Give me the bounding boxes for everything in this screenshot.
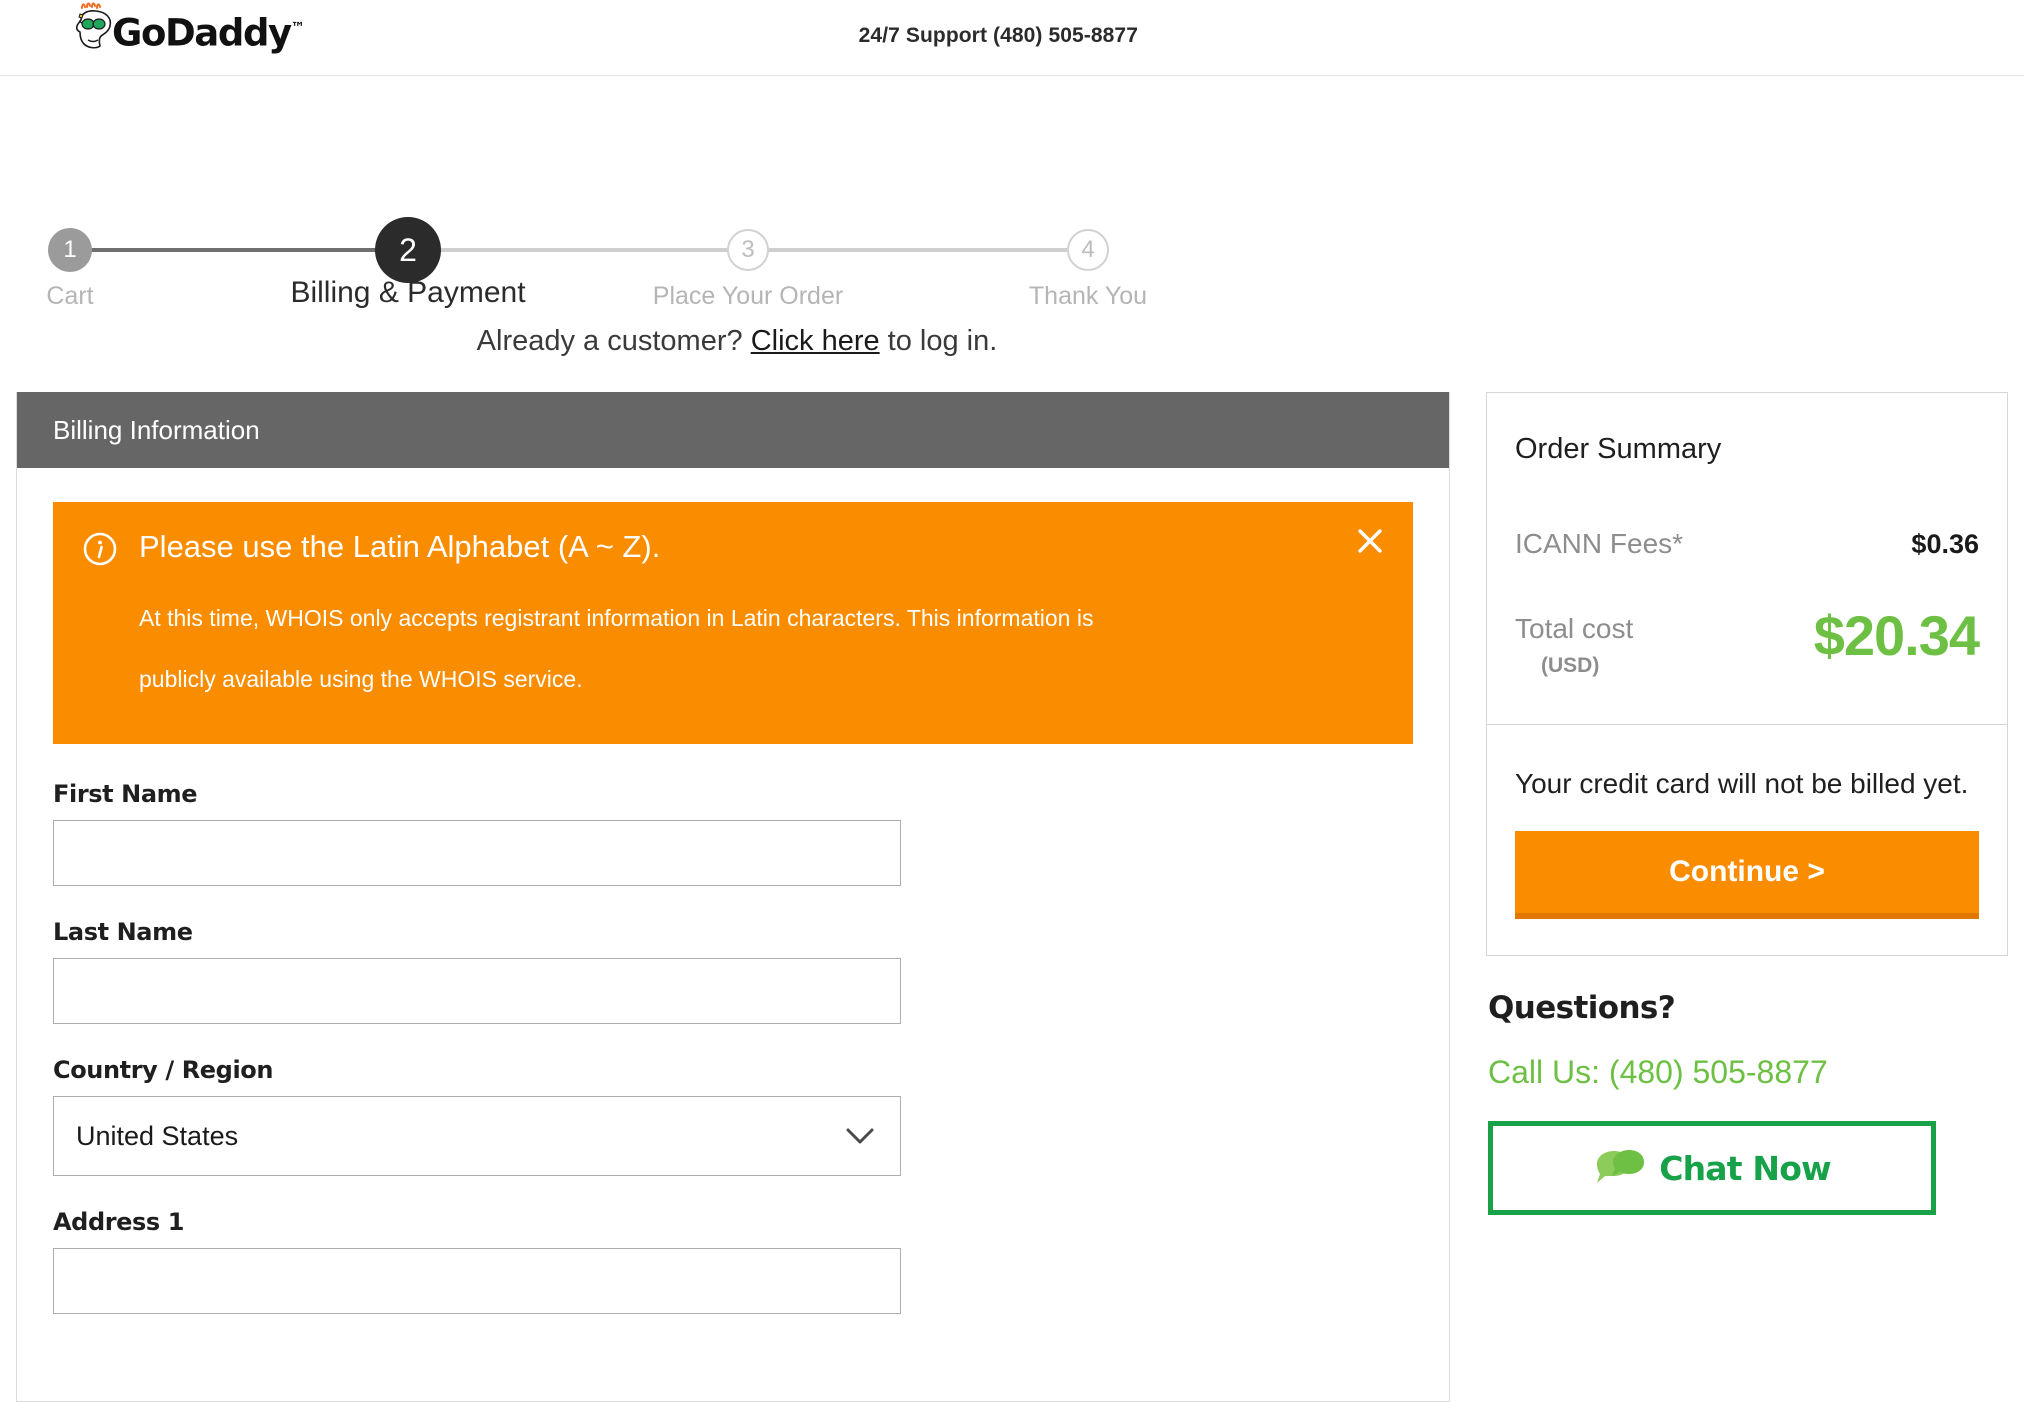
- order-summary-bottom: Your credit card will not be billed yet.…: [1487, 725, 2007, 955]
- step-bubble-2[interactable]: 2: [375, 217, 441, 283]
- country-select-wrap[interactable]: United States: [53, 1096, 901, 1176]
- step-label-billing[interactable]: Billing & Payment: [290, 276, 525, 310]
- login-prompt-after: to log in.: [879, 325, 998, 357]
- order-summary-top: Order Summary ICANN Fees* $0.36 Total co…: [1487, 393, 2007, 724]
- close-icon[interactable]: [1353, 524, 1387, 558]
- order-summary-title: Order Summary: [1515, 433, 1722, 465]
- address1-label: Address 1: [53, 1208, 185, 1236]
- billed-note: Your credit card will not be billed yet.: [1515, 768, 1969, 799]
- first-name-field-block: First Name: [53, 780, 1413, 886]
- alert-title: Please use the Latin Alphabet (A ~ Z).: [139, 529, 661, 564]
- step-label-thank-you[interactable]: Thank You: [1029, 282, 1147, 311]
- checkout-stepper: 1 Cart 2 Billing & Payment 3 Place Your …: [0, 76, 2024, 310]
- last-name-input[interactable]: [53, 958, 901, 1024]
- logo-text-label: GoDaddy: [112, 11, 292, 55]
- step-bubble-3[interactable]: 3: [727, 229, 769, 271]
- country-field-block: Country / Region United States: [53, 1056, 1413, 1176]
- address1-field-block: Address 1: [53, 1208, 1413, 1314]
- chat-bubbles-icon: [1597, 1150, 1645, 1183]
- last-name-field-block: Last Name: [53, 918, 1413, 1024]
- country-select[interactable]: United States: [53, 1096, 901, 1176]
- address1-input[interactable]: [53, 1248, 901, 1314]
- questions-block: Questions? Call Us: (480) 505-8877 Chat …: [1486, 990, 2008, 1215]
- call-us-phone[interactable]: Call Us: (480) 505-8877: [1488, 1054, 2006, 1091]
- questions-title: Questions?: [1488, 990, 1676, 1026]
- step-label-cart[interactable]: Cart: [46, 282, 93, 311]
- stepper-segment-3: [748, 248, 1088, 252]
- last-name-label: Last Name: [53, 918, 193, 946]
- step-label-place-order[interactable]: Place Your Order: [653, 282, 843, 311]
- order-summary-card: Order Summary ICANN Fees* $0.36 Total co…: [1486, 392, 2008, 956]
- billing-card-header: Billing Information: [17, 392, 1449, 468]
- godaddy-logo[interactable]: GoDaddy™: [68, 2, 305, 59]
- billing-card-title: Billing Information: [53, 414, 260, 445]
- step-bubble-1[interactable]: 1: [48, 228, 92, 272]
- total-cost-label: Total cost: [1515, 613, 1634, 644]
- order-rail: Order Summary ICANN Fees* $0.36 Total co…: [1486, 392, 2008, 1215]
- info-circle-icon: [83, 532, 117, 566]
- stepper-track: [70, 248, 1088, 252]
- login-link[interactable]: Click here: [751, 325, 880, 357]
- step-bubble-4[interactable]: 4: [1067, 229, 1109, 271]
- godaddy-daddy-head-icon: [75, 2, 112, 49]
- login-prompt-before: Already a customer?: [476, 325, 751, 357]
- stepper-segment-1: [70, 248, 408, 252]
- total-cost-currency: (USD): [1541, 654, 1600, 677]
- icann-fee-value: $0.36: [1911, 529, 1979, 559]
- first-name-label: First Name: [53, 780, 198, 808]
- latin-alphabet-alert: Please use the Latin Alphabet (A ~ Z). A…: [53, 502, 1413, 744]
- billing-information-card: Billing Information Please use the Latin…: [16, 392, 1450, 1402]
- chat-now-label: Chat Now: [1659, 1148, 1831, 1188]
- total-cost-row: Total cost (USD) $20.34: [1515, 604, 1980, 678]
- country-label: Country / Region: [53, 1056, 274, 1084]
- total-cost-value: $20.34: [1813, 604, 1980, 667]
- support-phone[interactable]: 24/7 Support (480) 505-8877: [859, 24, 1138, 48]
- logo-trademark: ™: [290, 20, 305, 36]
- godaddy-wordmark: GoDaddy™: [112, 2, 305, 59]
- total-cost-label-wrap: Total cost (USD): [1515, 608, 1633, 678]
- first-name-input[interactable]: [53, 820, 901, 886]
- continue-button[interactable]: Continue >: [1515, 831, 1979, 919]
- login-prompt: Already a customer? Click here to log in…: [0, 325, 1474, 358]
- stepper-segment-2: [408, 248, 748, 252]
- icann-fee-row: ICANN Fees* $0.36: [1515, 528, 1979, 560]
- alert-body: At this time, WHOIS only accepts registr…: [139, 605, 1094, 692]
- icann-fee-label: ICANN Fees*: [1515, 528, 1684, 559]
- site-header: GoDaddy™ 24/7 Support (480) 505-8877: [0, 0, 2024, 76]
- chat-now-button[interactable]: Chat Now: [1488, 1121, 1936, 1215]
- billing-form: First Name Last Name Country / Region Un…: [17, 780, 1449, 1314]
